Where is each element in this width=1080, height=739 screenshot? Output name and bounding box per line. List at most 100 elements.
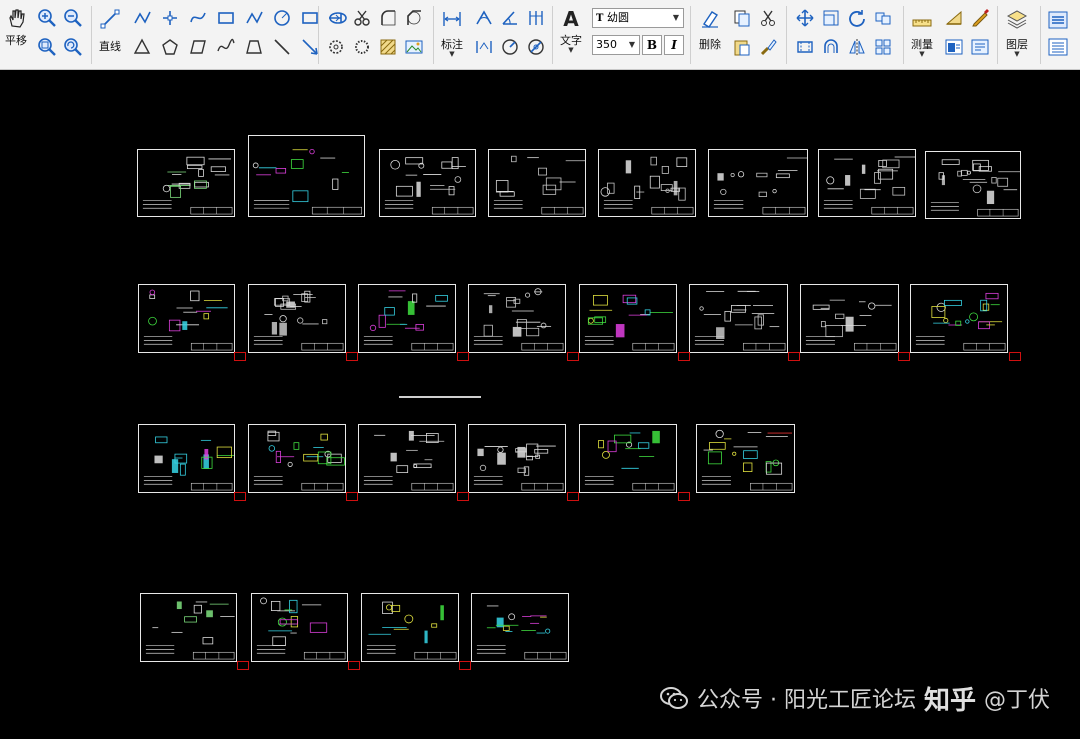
- zoom-out-button[interactable]: [61, 6, 85, 30]
- zoom-window-button[interactable]: [35, 35, 59, 59]
- drawing-sheet-thumbnail[interactable]: [708, 149, 808, 217]
- layer-button[interactable]: 图层 ▼: [1001, 8, 1033, 64]
- paste-button[interactable]: [730, 35, 754, 59]
- cut-button[interactable]: [756, 6, 780, 30]
- scale-button[interactable]: [819, 6, 843, 30]
- drawing-sheet-thumbnail[interactable]: [471, 593, 569, 662]
- circle-button[interactable]: [270, 6, 294, 30]
- block-button[interactable]: [871, 35, 895, 59]
- dim-baseline-button[interactable]: [524, 6, 548, 30]
- wechat-icon: [659, 687, 688, 709]
- pan-button[interactable]: 平移: [2, 6, 30, 64]
- drawing-content: [805, 299, 897, 351]
- zoom-extents-button[interactable]: [61, 35, 85, 59]
- drawing-sheet-thumbnail[interactable]: [488, 149, 586, 217]
- rectangle-draw-button[interactable]: [214, 6, 238, 30]
- drawing-sheet-thumbnail[interactable]: [251, 593, 348, 662]
- arrowline-icon: [302, 39, 318, 55]
- cut-icon: [761, 10, 775, 26]
- triangle-button[interactable]: [130, 35, 154, 59]
- italic-button[interactable]: I: [664, 35, 684, 55]
- mirror-button[interactable]: [845, 35, 869, 59]
- dim-angle-button[interactable]: [498, 6, 522, 30]
- zoom-in-button[interactable]: [35, 6, 59, 30]
- delete-button[interactable]: 删除: [695, 8, 725, 64]
- drawing-sheet-thumbnail[interactable]: [248, 424, 346, 493]
- move-button[interactable]: [793, 6, 817, 30]
- properties-list-button[interactable]: [1046, 35, 1070, 59]
- drawing-sheet-thumbnail[interactable]: [598, 149, 696, 217]
- drawing-sheet-thumbnail[interactable]: [818, 149, 916, 217]
- chamfer-button[interactable]: [402, 6, 426, 30]
- chevron-down-icon: ▼: [672, 13, 680, 22]
- drawing-sheet-thumbnail[interactable]: [137, 149, 235, 217]
- extend-button[interactable]: [324, 6, 348, 30]
- markup-button[interactable]: [968, 6, 992, 30]
- text-button[interactable]: A 文字 ▼: [556, 8, 586, 64]
- drawing-sheet-thumbnail[interactable]: [689, 284, 788, 353]
- polyline-button[interactable]: [130, 6, 154, 30]
- sheet-marker: [678, 352, 690, 361]
- freehand-button[interactable]: [214, 35, 238, 59]
- insert-image-button[interactable]: [402, 35, 426, 59]
- drawing-sheet-thumbnail[interactable]: [379, 149, 476, 217]
- sheet-marker: [346, 352, 358, 361]
- bold-button[interactable]: B: [642, 35, 662, 55]
- pentagon-button[interactable]: [158, 35, 182, 59]
- trapezoid-button[interactable]: [242, 35, 266, 59]
- hatch-button[interactable]: [376, 35, 400, 59]
- drawing-sheet-thumbnail[interactable]: [579, 424, 677, 493]
- dim-diameter-button[interactable]: [524, 35, 548, 59]
- drawing-sheet-thumbnail[interactable]: [248, 135, 365, 217]
- drawing-sheet-thumbnail[interactable]: [138, 284, 235, 353]
- dimension-button[interactable]: 标注 ▼: [437, 8, 467, 64]
- drawing-sheet-thumbnail[interactable]: [696, 424, 795, 493]
- drawing-sheet-thumbnail[interactable]: [579, 284, 677, 353]
- drawing-sheet-thumbnail[interactable]: [925, 151, 1021, 219]
- drawing-info-button[interactable]: [942, 35, 966, 59]
- diagonal-line-button[interactable]: [270, 35, 294, 59]
- font-size-select[interactable]: 350 ▼: [592, 35, 640, 55]
- drawing-sheet-thumbnail[interactable]: [361, 593, 459, 662]
- drawing-sheet-thumbnail[interactable]: [358, 284, 456, 353]
- trim-button[interactable]: [350, 6, 374, 30]
- arrow-line-button[interactable]: [298, 35, 322, 59]
- drawing-sheet-thumbnail[interactable]: [800, 284, 899, 353]
- offset-button[interactable]: [819, 35, 843, 59]
- drawing-sheet-thumbnail[interactable]: [138, 424, 235, 493]
- rectangle-button[interactable]: [298, 6, 322, 30]
- spline-button[interactable]: [186, 6, 210, 30]
- match-properties-button[interactable]: [756, 35, 780, 59]
- drawing-sheet-thumbnail[interactable]: [910, 284, 1008, 353]
- measure-button[interactable]: 测量 ▼: [906, 8, 938, 64]
- font-name-select[interactable]: T 幼圆 ▼: [592, 8, 684, 28]
- properties-button[interactable]: [1046, 8, 1070, 32]
- stretch-button[interactable]: [793, 35, 817, 59]
- revcloud-button[interactable]: [324, 35, 348, 59]
- chevron-down-icon: ▼: [1014, 50, 1020, 58]
- array-button[interactable]: [871, 6, 895, 30]
- drawing-sheet-thumbnail[interactable]: [468, 424, 566, 493]
- parallelogram-button[interactable]: [186, 35, 210, 59]
- dim-radius-button[interactable]: [498, 35, 522, 59]
- chevron-down-icon: ▼: [568, 46, 574, 54]
- construction-line-button[interactable]: [158, 6, 182, 30]
- fillet-button[interactable]: [376, 6, 400, 30]
- rotate-button[interactable]: [845, 6, 869, 30]
- wipeout-button[interactable]: [350, 35, 374, 59]
- chevron-down-icon: ▼: [628, 40, 636, 49]
- drawing-sheet-thumbnail[interactable]: [358, 424, 456, 493]
- copy-button[interactable]: [730, 6, 754, 30]
- drawing-sheet-thumbnail[interactable]: [468, 284, 566, 353]
- line-button[interactable]: 直线: [96, 8, 124, 64]
- drawing-sheet-thumbnail[interactable]: [140, 593, 237, 662]
- eraser-icon: [702, 11, 718, 28]
- drawing-canvas[interactable]: 公众号 · 阳光工匠论坛 知乎 @丁伏: [0, 71, 1080, 739]
- dim-angular-button[interactable]: [472, 6, 496, 30]
- measure-area-button[interactable]: [942, 6, 966, 30]
- drawing-sheet-thumbnail[interactable]: [248, 284, 346, 353]
- compare-button[interactable]: [968, 35, 992, 59]
- dim-continue-button[interactable]: [472, 35, 496, 59]
- spline-icon: [190, 12, 206, 23]
- polyline-2-button[interactable]: [242, 6, 266, 30]
